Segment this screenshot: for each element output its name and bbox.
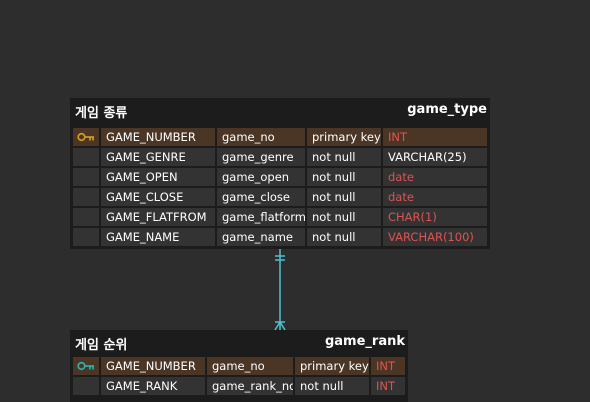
physical-name: game_genre	[217, 148, 305, 166]
entity-title: 게임 순위	[75, 338, 128, 353]
constraint: not null	[295, 377, 369, 395]
logical-name: GAME_GENRE	[101, 148, 215, 166]
data-type: INT	[371, 377, 405, 395]
constraint: not null	[307, 208, 381, 226]
entity-table-name: game_type	[407, 102, 487, 117]
physical-name: game_open	[217, 168, 305, 186]
table-row[interactable]: GAME_RANK game_rank_no not null INT	[73, 377, 405, 395]
key-icon	[77, 361, 94, 371]
key-cell	[73, 377, 99, 395]
data-type: date	[383, 188, 487, 206]
key-cell	[73, 168, 99, 186]
table-row[interactable]: GAME_GENRE game_genre not null VARCHAR(2…	[73, 148, 487, 166]
constraint: not null	[307, 188, 381, 206]
entity-game-type[interactable]: 게임 종류 game_type GAME_NUMBER game_no prim…	[70, 98, 490, 249]
entity-header: 게임 종류 game_type	[70, 98, 490, 124]
data-type: INT	[383, 128, 487, 146]
logical-name: GAME_FLATFROM	[101, 208, 215, 226]
entity-header: 게임 순위 game_rank	[70, 330, 408, 356]
physical-name: game_no	[217, 128, 305, 146]
erd-canvas: 게임 종류 game_type GAME_NUMBER game_no prim…	[0, 0, 590, 402]
physical-name: game_flatform	[217, 208, 305, 226]
data-type: date	[383, 168, 487, 186]
entity-title: 게임 종류	[75, 106, 128, 121]
constraint: not null	[307, 168, 381, 186]
constraint: primary key	[295, 357, 369, 375]
table-row[interactable]: GAME_CLOSE game_close not null date	[73, 188, 487, 206]
key-cell	[73, 188, 99, 206]
data-type: INT	[371, 357, 405, 375]
physical-name: game_close	[217, 188, 305, 206]
key-cell	[73, 148, 99, 166]
data-type: VARCHAR(100)	[383, 228, 487, 246]
logical-name: GAME_NAME	[101, 228, 215, 246]
physical-name: game_rank_no	[207, 377, 293, 395]
logical-name: GAME_NUMBER	[101, 357, 205, 375]
key-cell	[73, 208, 99, 226]
table-row[interactable]: GAME_NAME game_name not null VARCHAR(100…	[73, 228, 487, 246]
table-row[interactable]: GAME_NUMBER game_no primary key INT	[73, 357, 405, 375]
key-cell	[73, 357, 99, 375]
logical-name: GAME_OPEN	[101, 168, 215, 186]
key-cell	[73, 128, 99, 146]
constraint: not null	[307, 148, 381, 166]
table-row[interactable]: GAME_NUMBER game_no primary key INT	[73, 128, 487, 146]
logical-name: GAME_NUMBER	[101, 128, 215, 146]
physical-name: game_name	[217, 228, 305, 246]
logical-name: GAME_CLOSE	[101, 188, 215, 206]
table-row[interactable]: GAME_OPEN game_open not null date	[73, 168, 487, 186]
logical-name: GAME_RANK	[101, 377, 205, 395]
entity-table-name: game_rank	[324, 334, 405, 349]
key-icon	[77, 132, 94, 142]
constraint: not null	[307, 228, 381, 246]
key-cell	[73, 228, 99, 246]
entity-game-rank[interactable]: 게임 순위 game_rank GAME_NUMBER game_no prim…	[70, 330, 408, 402]
physical-name: game_no	[207, 357, 293, 375]
data-type: CHAR(1)	[383, 208, 487, 226]
table-row[interactable]: GAME_FLATFROM game_flatform not null CHA…	[73, 208, 487, 226]
constraint: primary key	[307, 128, 381, 146]
data-type: VARCHAR(25)	[383, 148, 487, 166]
